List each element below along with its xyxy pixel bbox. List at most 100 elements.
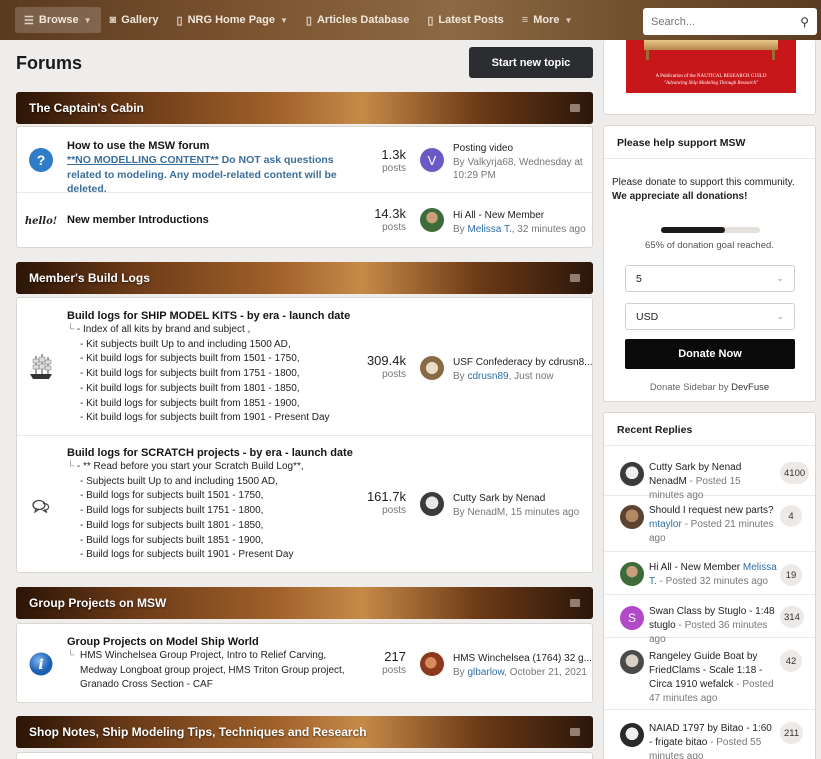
forum-title[interactable]: How to use the MSW forum [67, 140, 209, 152]
ad-banner[interactable]: A Publication of the NAUTICAL RESEARCH G… [626, 40, 796, 93]
avatar[interactable] [420, 208, 444, 232]
reply-count-badge: 19 [780, 564, 802, 586]
avatar[interactable] [620, 462, 644, 486]
avatar[interactable] [420, 492, 444, 516]
menu-icon: ≡ [521, 14, 529, 26]
subforum-links[interactable]: HMS Winchelsea Group Project, Intro to R… [80, 649, 357, 693]
nav-latest-posts[interactable]: ▯ Latest Posts [418, 7, 512, 33]
last-post-title[interactable]: Hi All - New Member [453, 209, 593, 223]
last-post-meta: By Valkyrja68, Wednesday at 10:29 PM [453, 156, 583, 182]
forum-title[interactable]: Build logs for SHIP MODEL KITS - by era … [67, 310, 350, 322]
subforum-link[interactable]: - Subjects built Up to and including 150… [67, 475, 304, 490]
last-post-user-link[interactable]: cdrusn89 [467, 371, 508, 382]
category-title: The Captain's Cabin [29, 101, 144, 115]
recent-replies-heading: Recent Replies [617, 424, 693, 436]
recent-replies-widget: Recent Replies Cutty Sark by Nenad Nenad… [603, 412, 816, 759]
post-count-label: posts [382, 163, 406, 174]
collapse-icon[interactable] [570, 728, 580, 736]
recent-reply-text: Rangeley Guide Boat by FriedClams - Scal… [649, 650, 777, 706]
subforum-link[interactable]: - Kit build logs for subjects built from… [67, 352, 330, 367]
forum-title[interactable]: New member Introductions [67, 214, 209, 226]
recent-reply-title[interactable]: Should I request new parts? [649, 505, 774, 516]
last-post-user-link[interactable]: glbarlow [467, 667, 504, 678]
donation-amount-select[interactable]: 5 ⌄ [625, 265, 795, 292]
forum-row[interactable]: Build logs for SHIP MODEL KITS - by era … [17, 298, 593, 436]
avatar[interactable] [620, 505, 644, 529]
subforum-link[interactable]: - Build logs for subjects built 1751 - 1… [67, 504, 304, 519]
credit-link[interactable]: DevFuse [731, 382, 769, 393]
subforum-link[interactable]: - Kit build logs for subjects built from… [67, 367, 330, 382]
search-icon[interactable]: ⚲ [800, 15, 809, 29]
reply-count-badge: 4 [780, 505, 802, 527]
subforum-link[interactable]: └ - ** Read before you start your Scratc… [67, 460, 304, 475]
subforum-link[interactable]: - Kit build logs for subjects built from… [67, 382, 330, 397]
subforum-link[interactable]: - Kit build logs for subjects built from… [67, 397, 330, 412]
reply-count-badge: 4100 [780, 462, 810, 484]
category-header-shop-notes[interactable]: Shop Notes, Ship Modeling Tips, Techniqu… [16, 716, 593, 748]
recent-reply-item[interactable]: Hi All - New Member Melissa T. - Posted … [604, 552, 815, 595]
recent-reply-item[interactable]: Cutty Sark by Nenad NenadM - Posted 15 m… [604, 453, 815, 501]
question-icon: ? [29, 148, 53, 172]
avatar[interactable] [620, 562, 644, 586]
donate-now-button[interactable]: Donate Now [625, 339, 795, 369]
last-post-user-link[interactable]: Melissa T. [467, 224, 511, 235]
nav-browse[interactable]: ☰ Browse ▼ [15, 7, 101, 33]
last-post-time: , Just now [508, 370, 554, 382]
forum-title[interactable]: Build logs for SCRATCH projects - by era… [67, 447, 353, 459]
subforum-link[interactable]: - Kit subjects built Up to and including… [67, 338, 330, 353]
subforum-link[interactable]: - Build logs for subjects built 1901 - P… [67, 548, 304, 563]
avatar[interactable]: V [420, 148, 444, 172]
avatar[interactable] [620, 723, 644, 747]
donation-progress-fill [661, 227, 726, 233]
forum-row[interactable]: i Group Projects on Model Ship World └ H… [17, 624, 592, 704]
forum-title[interactable]: Group Projects on Model Ship World [67, 636, 259, 648]
avatar[interactable]: S [620, 606, 644, 630]
subforum-link[interactable]: - Kit build logs for subjects built from… [67, 411, 330, 426]
recent-reply-item[interactable]: Should I request new parts? mtaylor - Pos… [604, 496, 815, 552]
last-post-title[interactable]: Cutty Sark by Nenad [453, 492, 593, 506]
document-icon: ▯ [176, 14, 183, 27]
last-post-meta: By NenadM, 15 minutes ago [453, 506, 580, 518]
nav-nrg-home[interactable]: ▯ NRG Home Page ▼ [168, 7, 297, 33]
recent-reply-user[interactable]: mtaylor [649, 519, 682, 530]
last-post-title[interactable]: Posting video [453, 142, 593, 156]
recent-reply-item[interactable]: NAIAD 1797 by Bitao - 1:60 - frigate bit… [604, 710, 815, 759]
forum-row[interactable]: hello! New member Introductions 14.3k po… [17, 193, 592, 249]
collapse-icon[interactable] [570, 104, 580, 112]
last-post-title[interactable]: USF Confederacy by cdrusn8... [453, 356, 593, 370]
avatar[interactable] [420, 356, 444, 380]
post-count-value: 309.4k [366, 353, 406, 368]
last-post-by: By [453, 666, 468, 678]
category-header-group-projects[interactable]: Group Projects on MSW [16, 587, 593, 619]
search-input[interactable] [651, 15, 791, 28]
last-post-title[interactable]: HMS Winchelsea (1764) 32 g... [453, 652, 593, 666]
subforum-link[interactable]: - Build logs for subjects built 1801 - 1… [67, 519, 304, 534]
category-header-captains-cabin[interactable]: The Captain's Cabin [16, 92, 593, 124]
donation-currency-select[interactable]: USD ⌄ [625, 303, 795, 330]
category-header-build-logs[interactable]: Member's Build Logs [16, 262, 593, 294]
recent-reply-item[interactable]: S Swan Class by Stuglo - 1:48 stuglo - P… [604, 595, 815, 645]
collapse-icon[interactable] [570, 599, 580, 607]
start-new-topic-button[interactable]: Start new topic [469, 47, 593, 78]
nav-articles[interactable]: ▯ Articles Database [297, 7, 418, 33]
forum-row[interactable]: Build logs for SCRATCH projects - by era… [17, 436, 592, 574]
chevron-down-icon: ▼ [564, 15, 573, 25]
search-box: ⚲ [643, 8, 817, 35]
donate-sidebar-credit: Donate Sidebar by DevFuse [604, 382, 815, 393]
forum-row[interactable]: ? How to use the MSW forum **NO MODELLIN… [17, 127, 593, 195]
collapse-icon[interactable] [570, 274, 580, 282]
recent-reply-title[interactable]: Hi All - New Member [649, 562, 743, 573]
subforum-link[interactable]: - Build logs for subjects built 1851 - 1… [67, 534, 304, 549]
nav-more[interactable]: ≡ More ▼ [513, 7, 582, 33]
last-post: Hi All - New Member By Melissa T., 32 mi… [453, 209, 593, 236]
nav-gallery[interactable]: ◙ Gallery [101, 7, 168, 33]
donate-heading: Please help support MSW [617, 137, 746, 149]
post-count-value: 14.3k [374, 206, 406, 221]
subforum-link[interactable]: - Build logs for subjects built 1501 - 1… [67, 489, 304, 504]
avatar[interactable] [420, 652, 444, 676]
avatar[interactable] [620, 650, 644, 674]
subforum-link[interactable]: └ - Index of all kits by brand and subje… [67, 323, 330, 338]
subforum-list: └ HMS Winchelsea Group Project, Intro to… [67, 649, 357, 693]
recent-reply-item[interactable]: Rangeley Guide Boat by FriedClams - Scal… [604, 638, 815, 710]
donation-currency-value: USD [636, 310, 659, 323]
